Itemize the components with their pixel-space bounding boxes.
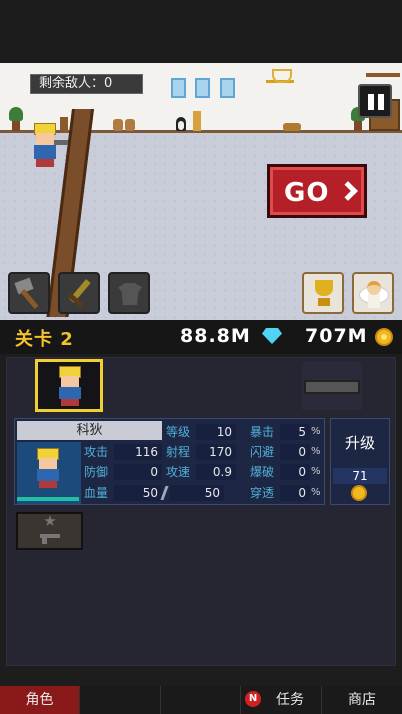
level-label: 关卡 2 [15, 329, 74, 350]
stat-value-defense: 0 [114, 464, 162, 480]
upgrade-cost: 71 [333, 468, 387, 484]
stat-value-attack: 116 [114, 444, 162, 460]
coin-icon [375, 328, 393, 346]
gun-slot[interactable] [16, 512, 83, 550]
gold-count: 707M [305, 325, 368, 347]
nav-tab-character[interactable]: 角色 [0, 686, 80, 714]
stat-value-dodge: 0 [280, 444, 310, 460]
hero-portrait-icon [33, 448, 63, 488]
stat-label-attack: 攻击 [84, 445, 109, 459]
status-bar: 关卡 2 88.8M 707M [0, 320, 402, 354]
stat-value-hp: 50 [114, 485, 162, 501]
stat-value-attack-speed: 0.9 [196, 464, 236, 480]
stat-label-blast: 爆破 [250, 465, 275, 479]
nav-tab-shop[interactable]: 商店 [322, 686, 402, 714]
stat-label-hp: 血量 [84, 486, 109, 500]
armor-button[interactable] [108, 272, 150, 314]
hero-character [30, 123, 68, 169]
window-decoration [195, 78, 210, 98]
stat-label-crit: 暴击 [250, 425, 275, 439]
dog-decoration [283, 123, 301, 131]
pistol-icon [40, 534, 60, 544]
hammer-button[interactable] [8, 272, 50, 314]
chandelier-decoration [266, 67, 294, 83]
stat-label-dodge: 闪避 [250, 445, 275, 459]
stat-value-level: 10 [196, 424, 236, 440]
percent-sign: % [311, 487, 321, 498]
chevron-right-icon [338, 181, 358, 201]
stat-label-range: 射程 [166, 445, 191, 459]
shelf-decoration [366, 73, 400, 77]
window-decoration [220, 78, 235, 98]
percent-sign: % [311, 446, 321, 457]
stat-label-attack-speed: 攻速 [166, 465, 191, 479]
stat-value-pierce: 0 [280, 485, 310, 501]
hp-bar [17, 497, 79, 501]
pause-button[interactable] [358, 84, 392, 118]
stat-value-range: 170 [196, 444, 236, 460]
toy-decoration [113, 119, 123, 131]
window-decoration [171, 78, 186, 98]
plant-decoration [9, 107, 23, 131]
character-slot-selected[interactable] [35, 359, 103, 412]
nav-tab-empty[interactable] [161, 686, 241, 714]
stat-label-defense: 防御 [84, 465, 109, 479]
percent-sign: % [311, 466, 321, 477]
diamond-icon [262, 328, 282, 344]
character-name: 科狄 [17, 421, 162, 440]
sword-button[interactable] [58, 272, 100, 314]
gems-count: 88.8M [180, 325, 251, 347]
trophy-button[interactable] [302, 272, 344, 314]
stat-label-pierce: 穿透 [250, 486, 275, 500]
game-scene: 剩余敌人：0 GO [0, 63, 402, 320]
weapon-slot[interactable] [302, 362, 362, 410]
nav-tab-empty[interactable] [80, 686, 161, 714]
toy-decoration [125, 119, 135, 131]
character-portrait [17, 442, 81, 504]
hero-portrait-icon [55, 366, 85, 406]
star-icon [44, 515, 56, 526]
notification-badge: N [245, 691, 261, 707]
go-label: GO [284, 178, 330, 208]
stat-value-blast: 0 [280, 464, 310, 480]
coin-icon [351, 485, 367, 501]
penguin-decoration [176, 117, 186, 131]
weapon-bar-icon [304, 380, 360, 394]
stat-value-hp-max: 50 [170, 485, 224, 501]
stat-label-level: 等级 [166, 425, 191, 439]
enemy-counter: 剩余敌人：0 [30, 74, 143, 94]
angel-button[interactable] [352, 272, 394, 314]
go-button[interactable]: GO [267, 164, 367, 218]
top-bar [0, 0, 402, 63]
armor-icon [118, 283, 142, 305]
stat-value-crit: 5 [280, 424, 310, 440]
percent-sign: % [311, 426, 321, 437]
bottom-nav: 角色 任务 商店 [0, 686, 402, 714]
upgrade-label: 升级 [344, 434, 375, 452]
giraffe-decoration [193, 111, 201, 131]
